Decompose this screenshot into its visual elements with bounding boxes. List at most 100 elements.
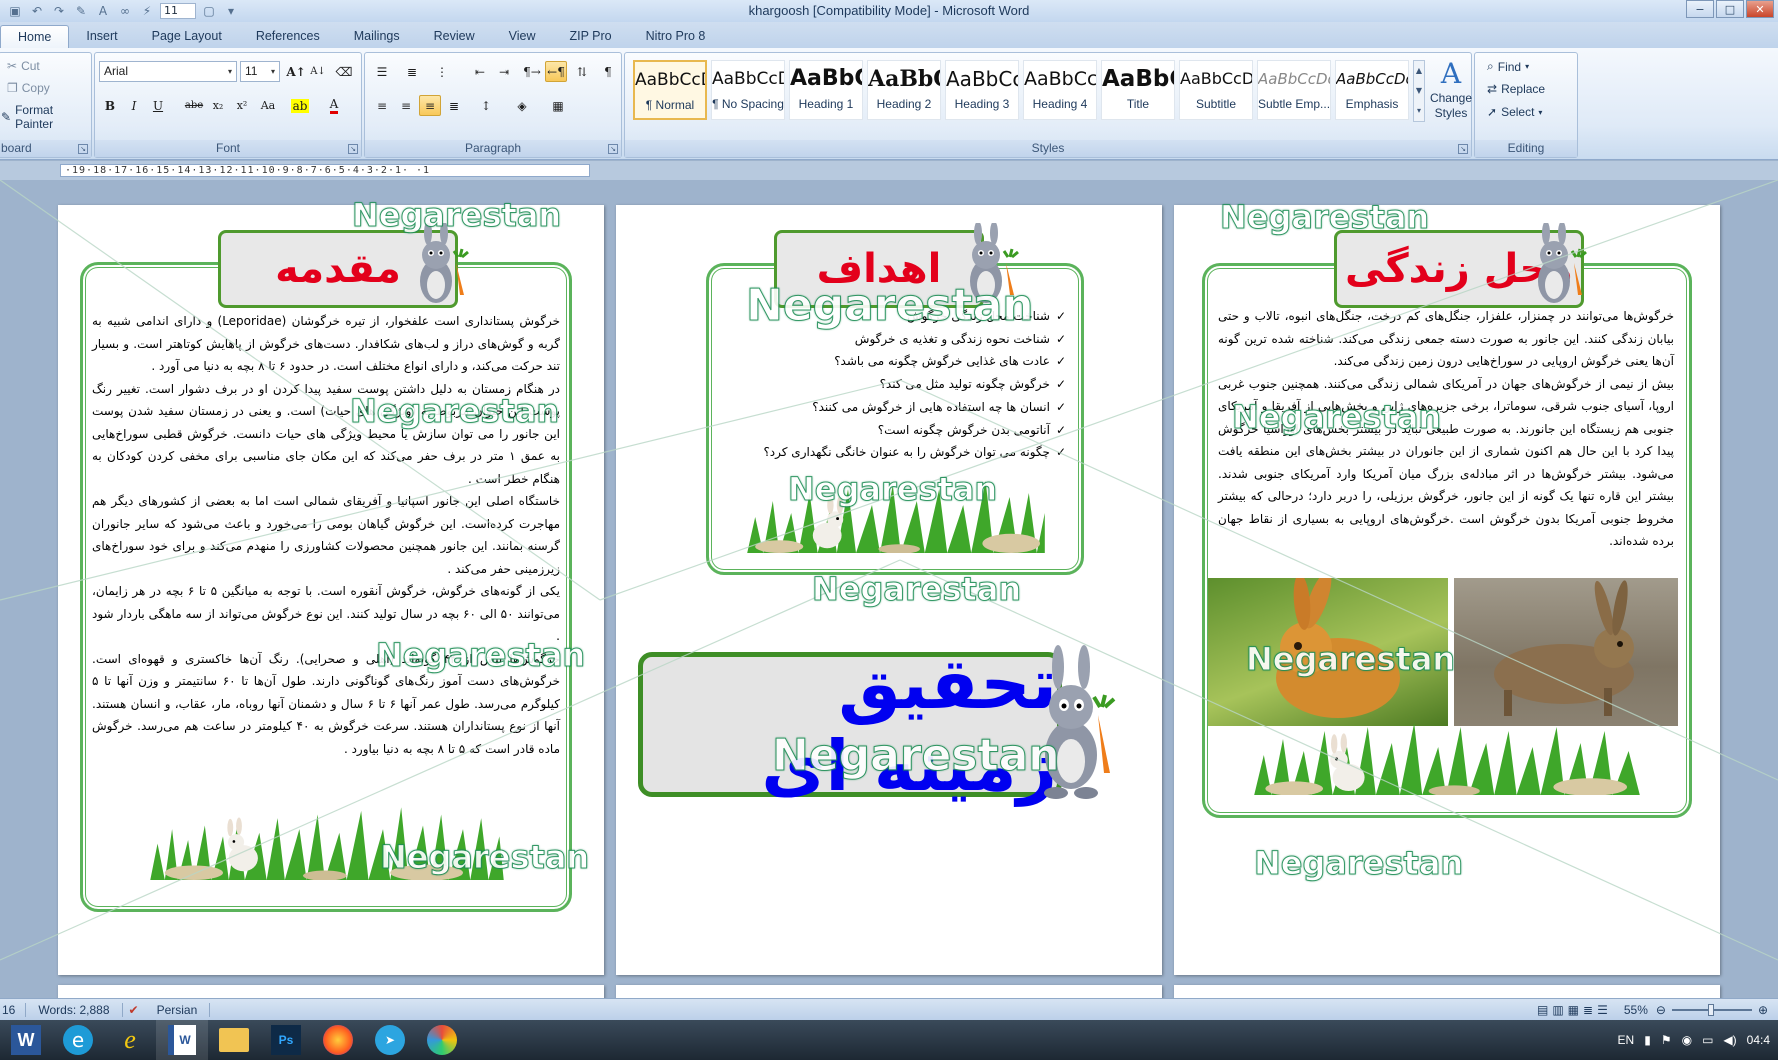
change-styles-button[interactable]: A Change Styles xyxy=(1429,57,1473,137)
page-number[interactable]: 16 xyxy=(0,1002,27,1017)
editing-group: ⌕ Find ▾ ⇄ Replace ➚ Select ▾ Editing xyxy=(1474,52,1578,158)
bold-button[interactable]: B xyxy=(99,95,121,116)
style-heading-1[interactable]: AaBbCcDdEeHeading 1 xyxy=(789,60,863,120)
clock[interactable]: 04:4 xyxy=(1747,1033,1770,1047)
cut-button[interactable]: ✂ Cut xyxy=(7,59,40,73)
italic-button[interactable]: I xyxy=(123,95,145,116)
clear-formatting-button[interactable]: ⌫ xyxy=(333,61,355,82)
language-tray[interactable]: EN xyxy=(1618,1033,1635,1047)
folder-taskbar-icon[interactable] xyxy=(208,1020,260,1060)
tab-references[interactable]: References xyxy=(239,25,337,48)
subscript-button[interactable]: x₂ xyxy=(207,95,229,116)
close-button[interactable]: ✕ xyxy=(1746,0,1774,18)
ruler-track[interactable]: ·19·18·17·16·15·14·13·12·11·10·9·8·7·6·5… xyxy=(60,164,590,177)
styles-scroll[interactable]: ▲ ▼ ▾ xyxy=(1413,60,1425,122)
proofing-icon[interactable]: ✔ xyxy=(123,1003,145,1017)
chevron-down-icon: ▾ xyxy=(1538,107,1543,117)
telegram-taskbar-icon[interactable]: ➤ xyxy=(364,1020,416,1060)
styles-launcher-icon[interactable]: ↘ xyxy=(1458,144,1468,154)
horizontal-ruler[interactable]: ·19·18·17·16·15·14·13·12·11·10·9·8·7·6·5… xyxy=(0,161,1778,180)
change-case-button[interactable]: Aa xyxy=(257,95,279,116)
firefox-taskbar-icon[interactable] xyxy=(312,1020,364,1060)
line-spacing-button[interactable]: ↕ xyxy=(475,95,497,116)
style-emphasis[interactable]: AaBbCcDdEeEmphasis xyxy=(1335,60,1409,120)
tab-page-layout[interactable]: Page Layout xyxy=(135,25,239,48)
paragraph-launcher-icon[interactable]: ↘ xyxy=(608,144,618,154)
font-size-combo[interactable]: 11 ▾ xyxy=(240,61,280,82)
style-subtitle[interactable]: AaBbCcDdEeSubtitle xyxy=(1179,60,1253,120)
tab-mailings[interactable]: Mailings xyxy=(337,25,417,48)
style-heading-4[interactable]: AaBbCcDdEeHeading 4 xyxy=(1023,60,1097,120)
tab-zip-pro[interactable]: ZIP Pro xyxy=(552,25,628,48)
align-left-button[interactable]: ≡ xyxy=(371,95,393,116)
edge-taskbar-icon[interactable]: e xyxy=(52,1020,104,1060)
document-canvas[interactable]: مقدمه خرگوش پستانداری است علفخوار، از تی… xyxy=(0,180,1778,998)
zoom-level[interactable]: 55% xyxy=(1616,1003,1656,1017)
justify-button[interactable]: ≣ xyxy=(443,95,465,116)
zoom-in-icon[interactable]: ⊕ xyxy=(1758,1003,1768,1017)
tab-home[interactable]: Home xyxy=(0,25,70,48)
replace-button[interactable]: ⇄ Replace xyxy=(1487,82,1545,96)
increase-indent-button[interactable]: ⇥ xyxy=(493,61,515,82)
font-launcher-icon[interactable]: ↘ xyxy=(348,144,358,154)
style-heading-3[interactable]: AaBbCcDdEeHeading 3 xyxy=(945,60,1019,120)
underline-button[interactable]: U xyxy=(147,95,169,116)
zoom-out-icon[interactable]: ⊖ xyxy=(1656,1003,1666,1017)
print-layout-icon[interactable]: ▤ xyxy=(1537,1003,1548,1017)
style-subtle-emphasis[interactable]: AaBbCcDdEeSubtle Emp... xyxy=(1257,60,1331,120)
word-taskbar-icon[interactable]: W xyxy=(0,1020,52,1060)
format-painter-button[interactable]: ✎ Format Painter xyxy=(1,103,91,131)
ie-taskbar-icon[interactable]: e xyxy=(104,1020,156,1060)
style-no-spacing[interactable]: AaBbCcDdEe¶ No Spacing xyxy=(711,60,785,120)
photoshop-taskbar-icon[interactable]: Ps xyxy=(260,1020,312,1060)
shrink-font-button[interactable]: A ↓ xyxy=(307,61,329,82)
outline-icon[interactable]: ≣ xyxy=(1583,1003,1593,1017)
font-color-button[interactable]: A xyxy=(323,95,345,116)
highlight-button[interactable]: ab xyxy=(289,95,311,116)
tab-view[interactable]: View xyxy=(492,25,553,48)
bullets-button[interactable]: ☰ xyxy=(371,61,393,82)
style-title[interactable]: AaBbCcDdEeTitle xyxy=(1101,60,1175,120)
shading-button[interactable]: ◈ xyxy=(511,95,533,116)
borders-button[interactable]: ▦ xyxy=(547,95,569,116)
display-icon[interactable]: ▭ xyxy=(1702,1033,1713,1047)
security-icon[interactable]: ◉ xyxy=(1682,1033,1692,1047)
align-center-button[interactable]: ≡ xyxy=(395,95,417,116)
tab-insert[interactable]: Insert xyxy=(69,25,134,48)
tab-nitro-pro[interactable]: Nitro Pro 8 xyxy=(629,25,723,48)
network-icon[interactable]: ▮ xyxy=(1644,1033,1651,1047)
web-layout-icon[interactable]: ▦ xyxy=(1568,1003,1579,1017)
rtl-button[interactable]: ←¶ xyxy=(545,61,567,82)
multilevel-list-button[interactable]: ⋮ xyxy=(431,61,453,82)
word-doc-taskbar-icon[interactable]: W xyxy=(156,1020,208,1060)
maximize-button[interactable]: □ xyxy=(1716,0,1744,18)
volume-icon[interactable]: ◀) xyxy=(1723,1033,1736,1047)
show-marks-button[interactable]: ¶ xyxy=(597,61,619,82)
zoom-slider[interactable]: ⊖ ⊕ xyxy=(1656,1003,1778,1017)
ltr-button[interactable]: ¶→ xyxy=(521,61,543,82)
style-normal[interactable]: AaBbCcDdEe¶ Normal xyxy=(633,60,707,120)
draft-icon[interactable]: ☰ xyxy=(1597,1003,1608,1017)
numbering-button[interactable]: ≣ xyxy=(401,61,423,82)
find-button[interactable]: ⌕ Find ▾ xyxy=(1487,59,1529,74)
flag-icon[interactable]: ⚑ xyxy=(1661,1033,1672,1047)
strikethrough-button[interactable]: abe xyxy=(183,95,205,116)
language-indicator[interactable]: Persian xyxy=(145,1002,211,1017)
zoom-slider-track[interactable] xyxy=(1671,1003,1752,1016)
minimize-button[interactable]: − xyxy=(1686,0,1714,18)
decrease-indent-button[interactable]: ⇤ xyxy=(469,61,491,82)
grow-font-button[interactable]: A ↑ xyxy=(285,61,307,82)
sort-button[interactable]: ⇅ xyxy=(571,61,593,82)
style-heading-2[interactable]: AaBbCcDdEeHeading 2 xyxy=(867,60,941,120)
align-right-button[interactable]: ≡ xyxy=(419,95,441,116)
copy-button[interactable]: ❐ Copy xyxy=(7,81,50,95)
select-button[interactable]: ➚ Select ▾ xyxy=(1487,105,1542,119)
tab-review[interactable]: Review xyxy=(417,25,492,48)
word-count[interactable]: Words: 2,888 xyxy=(26,1002,123,1017)
zoom-slider-thumb[interactable] xyxy=(1707,1003,1714,1016)
font-name-combo[interactable]: Arial ▾ xyxy=(99,61,237,82)
clipboard-launcher-icon[interactable]: ↘ xyxy=(78,144,88,154)
full-screen-reading-icon[interactable]: ▥ xyxy=(1552,1003,1563,1017)
paint-taskbar-icon[interactable] xyxy=(416,1020,468,1060)
superscript-button[interactable]: x² xyxy=(231,95,253,116)
